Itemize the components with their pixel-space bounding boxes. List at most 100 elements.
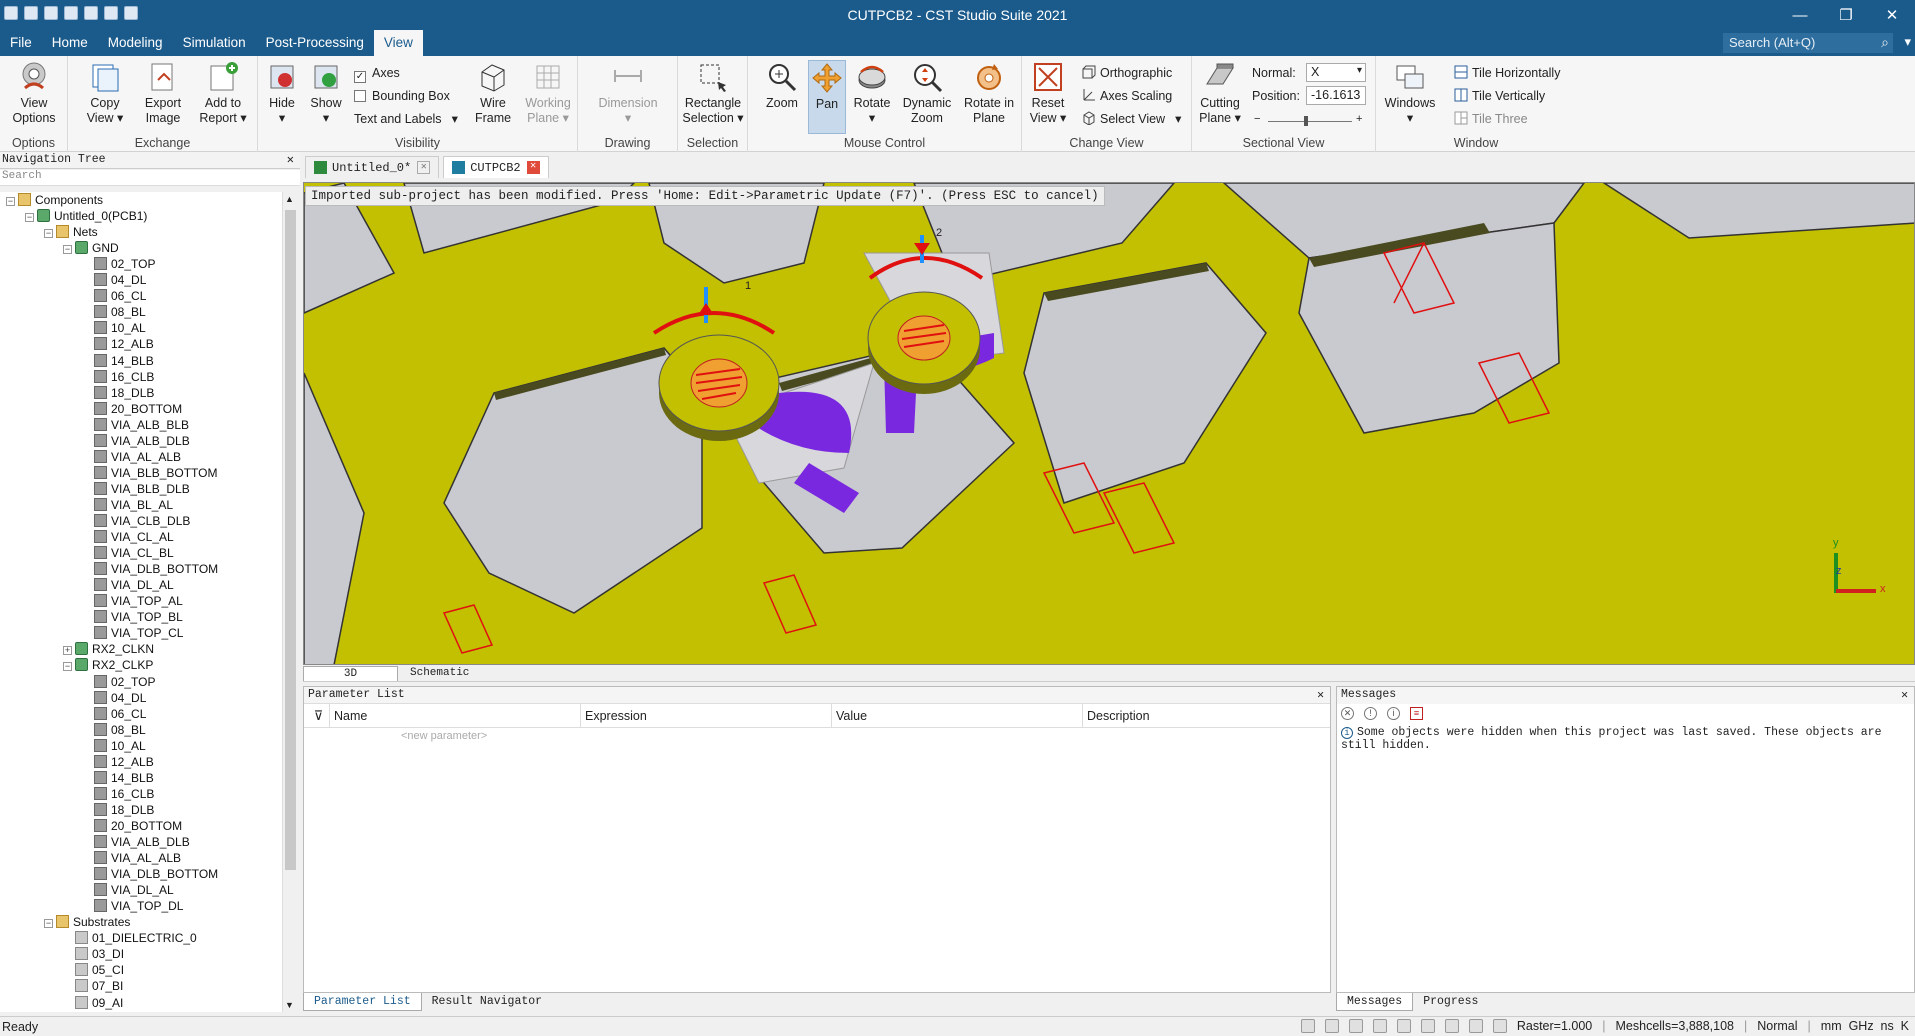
tree-search-input[interactable]: Search	[0, 170, 300, 186]
doc-tab-untitled[interactable]: Untitled_0* ✕	[305, 156, 440, 178]
collapse-icon[interactable]: −	[63, 245, 72, 255]
clear-messages-icon[interactable]: ≡	[1410, 706, 1423, 720]
close-icon[interactable]: ✕	[417, 161, 431, 174]
rectangle-selection-button[interactable]: Rectangle Selection ▾	[682, 60, 744, 126]
zoom-status-icon[interactable]	[1300, 1019, 1315, 1033]
scroll-up-icon[interactable]: ▲	[285, 194, 294, 204]
text-and-labels-dropdown[interactable]: Text and Labels ▾	[354, 110, 458, 128]
column-value[interactable]: Value	[832, 703, 1083, 728]
tree-item[interactable]: VIA_ALB_BLB	[82, 417, 189, 433]
collapse-icon[interactable]: −	[25, 213, 34, 223]
tree-item[interactable]: 08_BL	[82, 722, 146, 738]
wire-frame-status-icon[interactable]	[1444, 1019, 1459, 1033]
tree-item[interactable]: 06_CL	[82, 706, 146, 722]
tree-item[interactable]: 12_ALB	[82, 754, 154, 770]
tree-item[interactable]: − Substrates	[44, 914, 130, 930]
axes-scaling-button[interactable]: Axes Scaling	[1082, 87, 1172, 105]
working-plane-button[interactable]: Working Plane ▾	[522, 60, 574, 126]
tab-simulation[interactable]: Simulation	[173, 30, 256, 56]
tab-home[interactable]: Home	[42, 30, 98, 56]
zoom-button[interactable]: Zoom	[760, 60, 804, 111]
tree-item[interactable]: 06_CL	[82, 288, 146, 304]
collapse-icon[interactable]: −	[44, 229, 53, 239]
tree-item[interactable]: 03_DI	[63, 946, 124, 962]
cutting-plane-button[interactable]: Cutting Plane ▾	[1196, 60, 1244, 126]
scroll-down-icon[interactable]: ▼	[285, 1000, 294, 1010]
scroll-thumb[interactable]	[285, 210, 296, 870]
pan-status-icon[interactable]	[1324, 1019, 1339, 1033]
hide-button[interactable]: Hide ▾	[262, 60, 302, 126]
tree-item[interactable]: − Nets	[44, 224, 98, 240]
tab-view[interactable]: View	[373, 30, 423, 56]
tree-item[interactable]: 10_AL	[82, 738, 146, 754]
tree-item[interactable]: VIA_TOP_DL	[82, 898, 183, 914]
orthographic-button[interactable]: Orthographic	[1082, 64, 1172, 82]
tree-item[interactable]: 14_BLB	[82, 770, 154, 786]
tree-item[interactable]: 04_DL	[82, 690, 146, 706]
tree-item[interactable]: VIA_CL_AL	[82, 529, 174, 545]
search-input[interactable]: Search (Alt+Q) ⌕	[1723, 33, 1893, 53]
add-to-report-button[interactable]: Add to Report ▾	[194, 60, 252, 126]
ribbon-options-icon[interactable]: ▾	[1904, 34, 1911, 50]
doc-tab-cutpcb2[interactable]: CUTPCB2 ✕	[443, 156, 549, 178]
tree-item[interactable]: VIA_CL_BL	[82, 545, 174, 561]
tree-item[interactable]: VIA_TOP_AL	[82, 593, 183, 609]
tree-item[interactable]: VIA_DLB_BOTTOM	[82, 561, 218, 577]
close-icon[interactable]: ✕	[1901, 687, 1908, 702]
filter-icon[interactable]: ⊽	[304, 703, 330, 728]
slider-thumb[interactable]	[1304, 116, 1308, 126]
tree-item[interactable]: VIA_DL_AL	[82, 882, 174, 898]
close-button[interactable]: ✕	[1869, 0, 1915, 30]
tile-horizontally-button[interactable]: Tile Horizontally	[1454, 64, 1560, 82]
tree-item[interactable]: VIA_AL_ALB	[82, 449, 181, 465]
tree-item[interactable]: 16_CLB	[82, 369, 154, 385]
rotate-in-plane-status-icon[interactable]	[1396, 1019, 1411, 1033]
close-icon[interactable]: ✕	[1317, 687, 1324, 702]
column-name[interactable]: Name	[330, 703, 581, 728]
view-options-button[interactable]: View Options	[6, 60, 62, 126]
subtab-3d[interactable]: 3D	[303, 666, 398, 681]
show-button[interactable]: Show ▾	[306, 60, 346, 126]
rotate-status-icon[interactable]	[1348, 1019, 1363, 1033]
collapse-icon[interactable]: −	[63, 662, 72, 672]
new-parameter-row[interactable]: <new parameter>	[304, 730, 1330, 742]
position-input[interactable]: -16.1613	[1306, 86, 1366, 105]
tree-item[interactable]: − GND	[63, 240, 119, 256]
tree-item[interactable]: 04_DL	[82, 272, 146, 288]
collapse-icon[interactable]: −	[44, 919, 53, 929]
tab-progress[interactable]: Progress	[1413, 993, 1488, 1011]
tree-item[interactable]: 09_AI	[63, 995, 123, 1011]
tree-item[interactable]: VIA_TOP_BL	[82, 609, 183, 625]
tab-post-processing[interactable]: Post-Processing	[256, 30, 374, 56]
tree-item[interactable]: − RX2_CLKP	[63, 657, 153, 673]
tree-item[interactable]: 10_AL	[82, 320, 146, 336]
tree-item[interactable]: 12_ALB	[82, 336, 154, 352]
subtab-schematic[interactable]: Schematic	[400, 666, 479, 681]
tree-item[interactable]: 14_BLB	[82, 353, 154, 369]
tree-item[interactable]: VIA_ALB_DLB	[82, 834, 190, 850]
tree-item[interactable]: − Components	[6, 192, 103, 208]
reset-view-status-icon[interactable]	[1420, 1019, 1435, 1033]
tree-item[interactable]: 08_BL	[82, 304, 146, 320]
tree-item[interactable]: 18_DLB	[82, 802, 154, 818]
tree-item[interactable]: VIA_BLB_DLB	[82, 481, 190, 497]
tab-messages[interactable]: Messages	[1336, 993, 1414, 1011]
windows-button[interactable]: Windows ▾	[1382, 60, 1438, 126]
tree-item[interactable]: 05_CI	[63, 962, 124, 978]
tree-item[interactable]: VIA_ALB_DLB	[82, 433, 190, 449]
rotate-button[interactable]: Rotate ▾	[850, 60, 894, 126]
tree-item[interactable]: VIA_BLB_BOTTOM	[82, 465, 217, 481]
pan-button[interactable]: Pan	[808, 60, 846, 134]
info-filter-icon[interactable]: i	[1387, 706, 1400, 720]
tree-item[interactable]: + RX2_CLKN	[63, 641, 154, 657]
tile-three-button[interactable]: Tile Three	[1454, 110, 1528, 128]
tree-item[interactable]: 20_BOTTOM	[82, 818, 182, 834]
warning-filter-icon[interactable]: !	[1364, 706, 1377, 720]
expand-icon[interactable]: +	[63, 646, 72, 656]
position-slider[interactable]: − +	[1254, 113, 1364, 127]
mesh-status-icon[interactable]	[1492, 1019, 1507, 1033]
close-icon[interactable]: ✕	[526, 161, 540, 174]
normal-select[interactable]: X ▾	[1306, 63, 1366, 82]
maximize-button[interactable]: ❐	[1823, 0, 1869, 30]
reset-view-button[interactable]: Reset View ▾	[1028, 60, 1068, 126]
